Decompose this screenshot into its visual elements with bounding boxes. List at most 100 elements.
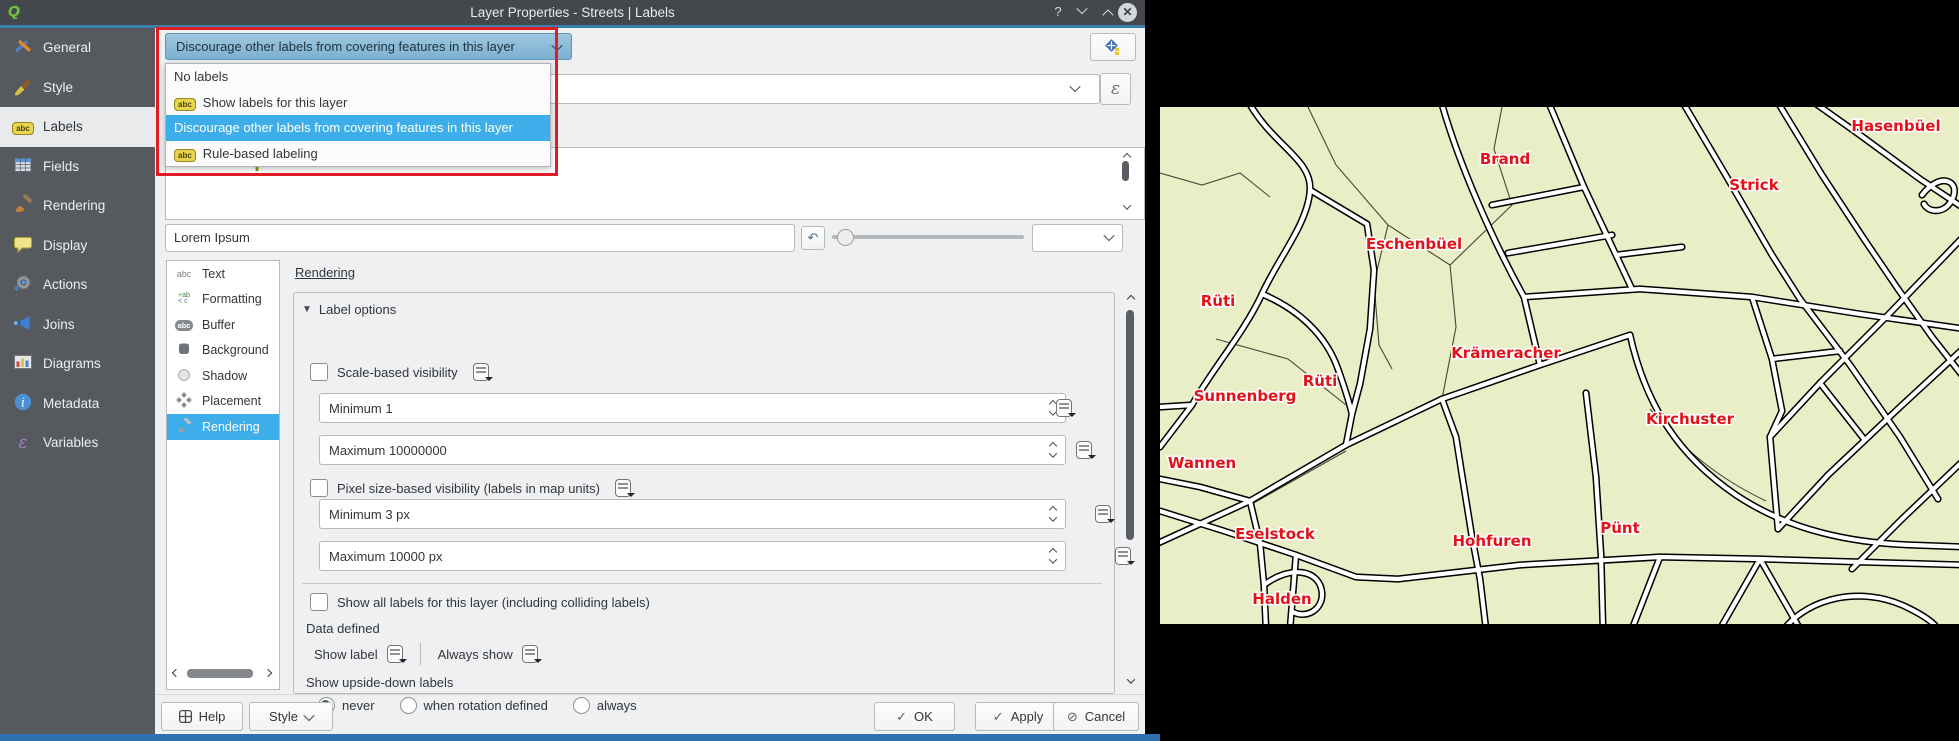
sidebar-item-actions[interactable]: Actions <box>0 265 155 305</box>
rendering-panel: Rendering ▼ Label options Scale-based vi… <box>290 258 1145 694</box>
style-tab-background[interactable]: Background <box>167 338 279 364</box>
preview-scrollbar[interactable] <box>1122 161 1129 181</box>
sidebar-item-label: Metadata <box>43 396 99 411</box>
scroll-right-icon[interactable] <box>264 669 272 677</box>
sidebar-item-style[interactable]: Style <box>0 68 155 108</box>
size-combobox[interactable] <box>1032 224 1123 252</box>
option-label: Show labels for this layer <box>203 95 348 110</box>
close-button[interactable]: ✕ <box>1118 3 1137 22</box>
labeling-mode-combobox[interactable]: Discourage other labels from covering fe… <box>165 33 572 60</box>
sidebar-item-display[interactable]: Display <box>0 226 155 266</box>
ok-button[interactable]: ✓ OK <box>874 702 955 731</box>
sidebar-item-rendering[interactable]: Rendering <box>0 186 155 226</box>
maximize-button[interactable] <box>1098 6 1118 24</box>
sidebar-item-joins[interactable]: Joins <box>0 305 155 345</box>
style-tab-rendering[interactable]: Rendering <box>167 414 279 440</box>
whatsthis-button[interactable]: ? <box>1048 3 1068 21</box>
scroll-up-icon[interactable] <box>1127 295 1135 303</box>
sidebar-item-diagrams[interactable]: Diagrams <box>0 344 155 384</box>
scale-visibility-checkbox[interactable] <box>310 363 328 381</box>
show-all-labels-checkbox[interactable] <box>310 593 328 611</box>
panel-vscrollbar[interactable] <box>1126 310 1134 540</box>
data-defined-icon[interactable] <box>615 479 631 497</box>
style-tab-shadow[interactable]: Shadow <box>167 363 279 389</box>
data-defined-icon[interactable] <box>1095 505 1111 523</box>
apply-button[interactable]: ✓ Apply <box>975 702 1061 731</box>
sidebar-item-variables[interactable]: εVariables <box>0 423 155 463</box>
data-defined-icon[interactable] <box>1115 547 1131 565</box>
join-arrow-icon <box>13 313 33 336</box>
map-label: Halden <box>1252 590 1311 608</box>
slider-track <box>832 235 1024 239</box>
always-show-label: Always show <box>438 647 513 662</box>
pixel-visibility-row: Pixel size-based visibility (labels in m… <box>310 479 631 497</box>
sidebar-item-fields[interactable]: Fields <box>0 147 155 187</box>
titlebar[interactable]: Q Layer Properties - Streets | Labels <box>0 0 1145 25</box>
epsilon-icon: ε <box>1111 79 1120 99</box>
spin-arrows-icon[interactable] <box>1050 507 1056 522</box>
map-label: Strick <box>1729 176 1779 194</box>
expression-builder-button[interactable]: ε <box>1100 73 1131 105</box>
sidebar-item-metadata[interactable]: iMetadata <box>0 384 155 424</box>
automated-placement-button[interactable] <box>1090 33 1136 61</box>
style-tab-placement[interactable]: Placement <box>167 389 279 415</box>
maximum-scale-spinbox[interactable]: Maximum 10000000 <box>319 435 1066 465</box>
scroll-left-icon[interactable] <box>172 669 180 677</box>
scroll-up-icon[interactable] <box>1123 153 1131 161</box>
help-button[interactable]: Help <box>161 702 243 731</box>
map-label: Eselstock <box>1235 525 1316 543</box>
brush-stroke-icon <box>176 418 192 436</box>
spin-arrows-icon[interactable] <box>1050 549 1056 564</box>
tab-hscrollbar[interactable] <box>187 669 253 678</box>
option-label: No labels <box>174 69 228 84</box>
style-menu-button[interactable]: Style <box>249 702 333 731</box>
data-defined-icon[interactable] <box>473 363 489 381</box>
icon-wrap <box>174 342 194 358</box>
scroll-down-icon[interactable] <box>1123 201 1131 209</box>
sidebar-item-label: Variables <box>43 435 98 450</box>
font-size-slider[interactable] <box>832 224 1024 250</box>
cancel-button[interactable]: ⊘ Cancel <box>1053 702 1139 731</box>
data-defined-icon[interactable] <box>522 645 538 663</box>
maximum-pixel-spinbox[interactable]: Maximum 10000 px <box>319 541 1066 571</box>
labeling-mode-option[interactable]: Discourage other labels from covering fe… <box>166 115 550 141</box>
minimum-pixel-spinbox[interactable]: Minimum 3 px <box>319 499 1066 529</box>
scroll-down-icon[interactable] <box>1127 675 1135 683</box>
style-tab-formatting[interactable]: +ab< cFormatting <box>167 287 279 313</box>
label-text-input[interactable]: Lorem Ipsum <box>165 224 795 252</box>
sidebar-item-labels[interactable]: abcLabels <box>0 107 155 147</box>
slider-handle[interactable] <box>837 229 854 246</box>
labeling-mode-option[interactable]: abcRule-based labeling <box>166 141 550 167</box>
icon-wrap: +ab< c <box>174 291 194 307</box>
data-defined-icon[interactable] <box>1076 441 1092 459</box>
shade-button[interactable] <box>1072 1 1092 19</box>
label-options-header[interactable]: ▼ Label options <box>302 302 396 317</box>
icon-wrap <box>12 234 34 256</box>
sidebar-item-label: Display <box>43 238 87 253</box>
icon-wrap: abc <box>174 266 194 282</box>
labeling-mode-option[interactable]: abc Show labels for this layer <box>166 90 550 116</box>
chevron-down-icon <box>303 709 314 720</box>
show-label-label: Show label <box>314 647 378 662</box>
icon-wrap <box>12 195 34 217</box>
sidebar-item-general[interactable]: General <box>0 28 155 68</box>
properties-sidebar: General Style abcLabelsFieldsRendering Disp… <box>0 28 155 734</box>
spin-arrows-icon[interactable] <box>1050 443 1056 458</box>
icon-wrap <box>12 155 34 177</box>
pixel-visibility-checkbox[interactable] <box>310 479 328 497</box>
abc-pill-icon: abc <box>175 320 194 330</box>
style-tab-buffer[interactable]: abcBuffer <box>167 312 279 338</box>
map-label: Hohfuren <box>1453 532 1532 550</box>
map-canvas[interactable]: HasenbüelBrandStrickEschenbüelRütiKrämer… <box>1160 107 1959 624</box>
tab-label: Shadow <box>202 369 247 383</box>
map-label: Eschenbüel <box>1366 235 1462 253</box>
abc-tag-small-icon: abc <box>174 95 196 110</box>
data-defined-icon[interactable] <box>387 645 403 663</box>
revert-font-button[interactable]: ↶ <box>801 226 825 250</box>
labeling-mode-option[interactable]: No labels <box>166 64 550 90</box>
sidebar-item-label: Style <box>43 80 73 95</box>
icon-wrap <box>174 368 194 384</box>
style-tab-text[interactable]: abcText <box>167 261 279 287</box>
data-defined-icon[interactable] <box>1056 399 1072 417</box>
minimum-scale-spinbox[interactable]: Minimum 1 <box>319 393 1066 423</box>
